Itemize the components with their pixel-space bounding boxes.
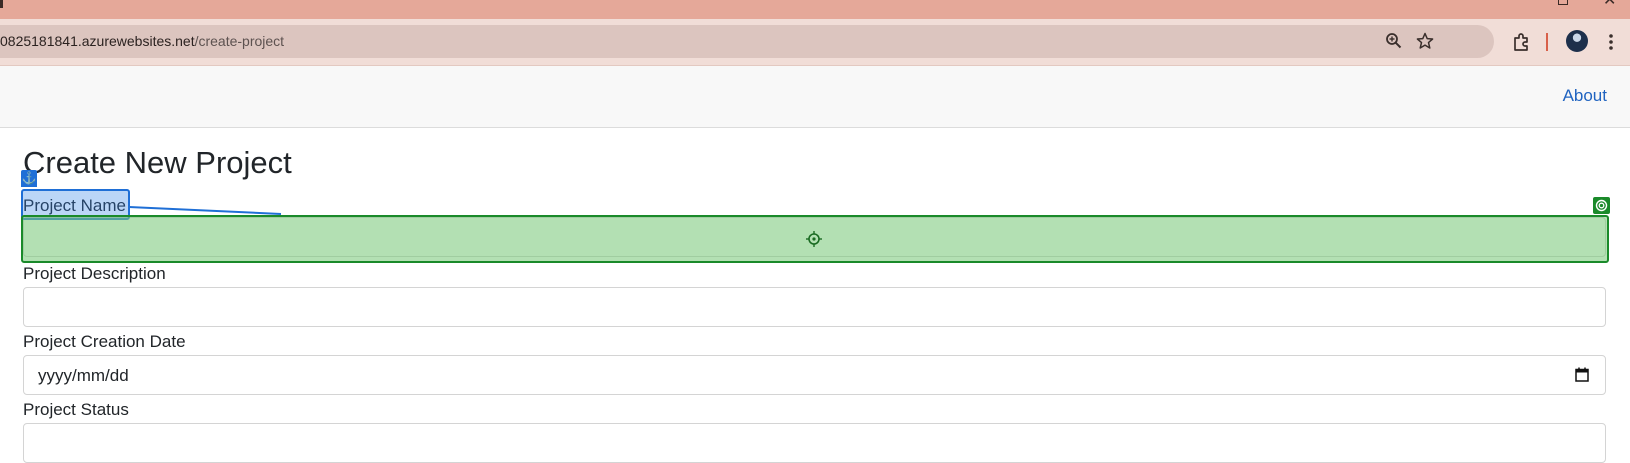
bookmark-star-icon[interactable] xyxy=(1415,31,1435,51)
kebab-menu-icon[interactable] xyxy=(1600,31,1622,53)
address-url[interactable]: 0825181841.azurewebsites.net/create-proj… xyxy=(0,33,284,49)
target-badge-icon xyxy=(1593,197,1610,214)
page-title: Create New Project xyxy=(23,145,292,180)
project-creation-date-input[interactable]: yyyy/mm/dd xyxy=(23,355,1606,395)
restore-window-icon[interactable] xyxy=(1558,0,1568,5)
project-creation-date-label: Project Creation Date xyxy=(23,332,186,351)
zoom-icon[interactable] xyxy=(1384,31,1404,51)
url-path: /create-project xyxy=(194,33,285,49)
project-status-label: Project Status xyxy=(23,400,129,419)
project-description-input[interactable] xyxy=(23,287,1606,327)
calendar-icon[interactable] xyxy=(1575,367,1589,382)
window-title-fragment xyxy=(0,0,3,8)
toolbar-separator xyxy=(1546,33,1548,51)
nav-about-link[interactable]: About xyxy=(1563,86,1607,106)
app-navbar: About xyxy=(0,66,1630,128)
extensions-icon[interactable] xyxy=(1510,31,1532,53)
anchor-icon: ⚓ xyxy=(21,170,37,187)
profile-avatar[interactable] xyxy=(1566,30,1588,52)
close-window-icon[interactable]: ✕ xyxy=(1603,0,1616,9)
browser-toolbar: 0825181841.azurewebsites.net/create-proj… xyxy=(0,19,1630,66)
url-host: 0825181841.azurewebsites.net xyxy=(0,33,195,49)
project-description-label: Project Description xyxy=(23,264,166,283)
project-status-input[interactable] xyxy=(23,423,1606,463)
window-titlebar: ✕ xyxy=(0,0,1630,19)
input-highlight xyxy=(21,215,1609,263)
address-bar[interactable]: 0825181841.azurewebsites.net/create-proj… xyxy=(0,25,1494,58)
date-placeholder: yyyy/mm/dd xyxy=(38,366,129,385)
